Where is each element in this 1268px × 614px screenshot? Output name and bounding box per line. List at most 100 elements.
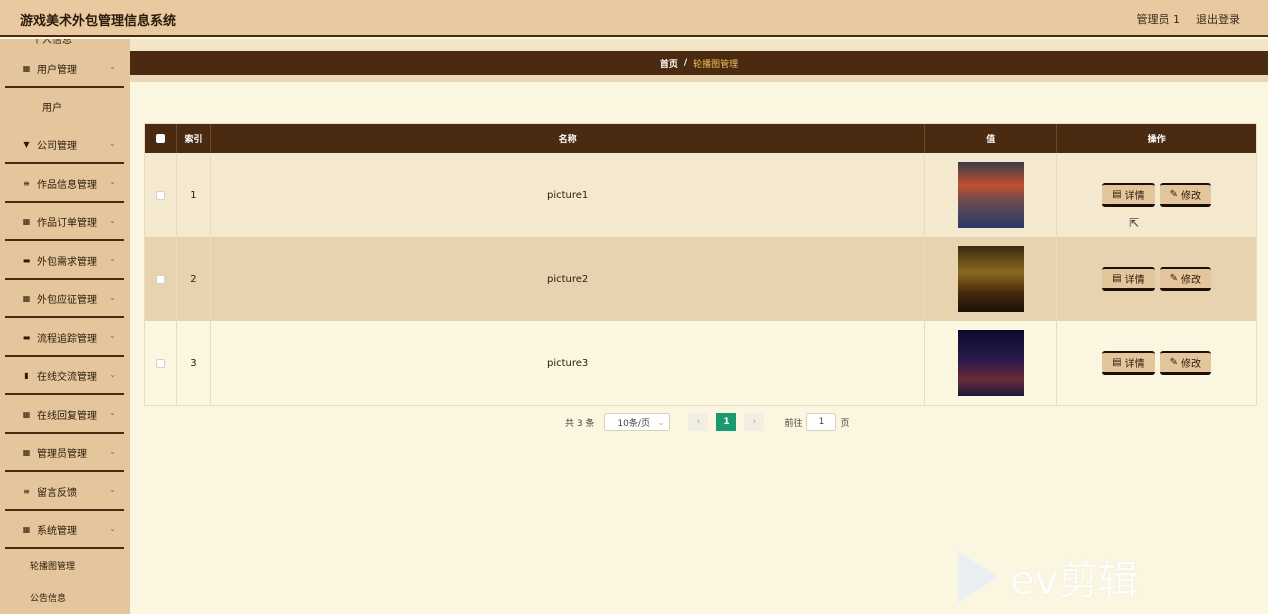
sidebar-menu-user[interactable]: ▦ 用户管理 ⌄ <box>0 49 130 88</box>
row-checkbox[interactable] <box>155 358 165 368</box>
chevron-down-icon: ⌄ <box>109 138 116 148</box>
sidebar-menu-label: 作品信息管理 <box>37 179 97 191</box>
chevron-right-icon: › <box>752 417 757 427</box>
chevron-down-icon: ⌄ <box>109 408 116 417</box>
chevron-left-icon: ‹ <box>696 417 701 427</box>
logout-link[interactable]: 退出登录 <box>1196 11 1240 27</box>
next-page-button[interactable]: › <box>744 413 765 431</box>
column-header-value: 值 <box>925 124 1058 153</box>
breadcrumb-under-strip <box>130 75 1268 82</box>
row-checkbox-cell <box>145 237 177 321</box>
row-name: picture3 <box>211 321 926 405</box>
chevron-down-icon: ⌄ <box>109 331 116 340</box>
row-index: 2 <box>177 237 211 321</box>
sidebar-menu-label: 在线回复管理 <box>37 410 97 422</box>
row-value-cell <box>925 321 1058 405</box>
row-value-cell <box>925 237 1058 321</box>
play-logo-icon <box>958 551 998 603</box>
column-header-actions: 操作 <box>1147 135 1166 145</box>
sidebar-menu-label: 系统管理 <box>37 526 77 538</box>
sidebar-menu-admin[interactable]: ▦ 管理员管理 ⌄ <box>0 434 130 473</box>
chevron-down-icon: ⌄ <box>109 523 116 533</box>
row-actions: ▤ 详情 ✎ 修改 <box>1057 153 1256 237</box>
sidebar-menu-label: 用户管理 <box>37 64 77 76</box>
chevron-down-icon: ⌄ <box>109 177 116 186</box>
column-header-index: 索引 <box>177 124 211 153</box>
column-header-name: 名称 <box>211 124 926 153</box>
prev-page-button[interactable]: ‹ <box>688 413 709 431</box>
carousel-thumbnail[interactable] <box>957 162 1024 228</box>
row-checkbox-cell <box>145 153 177 237</box>
row-checkbox[interactable] <box>155 190 165 200</box>
table-row: 1 picture1 ▤ 详情 ✎ 修改 <box>145 153 1256 237</box>
grid-icon: ▦ <box>22 63 31 73</box>
page-number-button[interactable]: 1 <box>716 413 737 431</box>
watermark: ev剪辑 <box>958 548 1138 606</box>
edit-button[interactable]: ✎ 修改 <box>1159 183 1211 207</box>
edit-button[interactable]: ✎ 修改 <box>1159 267 1211 291</box>
row-name: picture1 <box>211 153 926 237</box>
row-actions: ▤ 详情 ✎ 修改 <box>1057 321 1256 405</box>
monitor-icon: ▬ <box>22 255 31 265</box>
detail-button[interactable]: ▤ 详情 <box>1102 183 1155 207</box>
carousel-table: 索引 名称 值 操作 1 picture1 ▤ 详情 ✎ 修改 2 picture2… <box>144 123 1257 406</box>
sidebar-menu-company[interactable]: ▼ 公司管理 ⌄ <box>0 126 130 165</box>
sidebar-menu-online-reply[interactable]: ▦ 在线回复管理 ⌄ <box>0 395 130 434</box>
app-title: 游戏美术外包管理信息系统 <box>20 14 177 29</box>
chevron-down-icon: ⌄ <box>109 215 116 225</box>
sidebar-menu-online-chat[interactable]: ▮ 在线交流管理 ⌄ <box>0 357 130 396</box>
breadcrumb-top-strip <box>130 39 1268 51</box>
select-all-cell <box>145 124 177 153</box>
edit-button-label: 修改 <box>1181 191 1201 202</box>
chevron-down-icon: ⌄ <box>109 485 116 494</box>
row-actions: ▤ 详情 ✎ 修改 <box>1057 237 1256 321</box>
sidebar-menu-outsource-demand[interactable]: ▬ 外包需求管理 ⌄ <box>0 241 130 280</box>
document-icon: ▤ <box>1112 189 1122 200</box>
edit-button-label: 修改 <box>1181 359 1201 370</box>
chevron-down-icon: ⌄ <box>109 446 116 456</box>
breadcrumb-current: 轮播图管理 <box>693 59 739 70</box>
breadcrumb: 首页 / 轮播图管理 <box>130 51 1268 75</box>
detail-button[interactable]: ▤ 详情 <box>1102 267 1155 291</box>
sidebar-sub-announcements[interactable]: 公告信息 <box>0 581 130 613</box>
sidebar-item-profile[interactable]: 个人信息 <box>0 39 130 49</box>
grid-icon: ▦ <box>22 294 31 304</box>
row-name: picture2 <box>211 237 926 321</box>
sidebar-sub-users[interactable]: 用户 <box>0 88 130 126</box>
chevron-down-icon: ⌄ <box>657 417 665 427</box>
sidebar-menu-process-tracking[interactable]: ▬ 流程追踪管理 ⌄ <box>0 318 130 357</box>
goto-label: 前往 <box>784 418 803 429</box>
detail-button-label: 详情 <box>1124 275 1145 286</box>
table-icon: ▦ <box>22 217 31 227</box>
row-checkbox[interactable] <box>155 274 165 284</box>
carousel-thumbnail[interactable] <box>957 246 1024 312</box>
row-checkbox-cell <box>145 321 177 405</box>
edit-button[interactable]: ✎ 修改 <box>1159 351 1211 375</box>
chevron-down-icon: ⌄ <box>109 369 116 379</box>
current-user-link[interactable]: 管理员 1 <box>1137 11 1181 27</box>
sidebar-menu-label: 外包需求管理 <box>37 256 97 268</box>
sidebar-menu-outsource-apply[interactable]: ▦ 外包应征管理 ⌄ <box>0 280 130 319</box>
detail-button[interactable]: ▤ 详情 <box>1102 351 1155 375</box>
chevron-down-icon: ⌄ <box>109 292 116 302</box>
sidebar-menu-label: 留言反馈 <box>37 487 77 499</box>
select-all-checkbox[interactable] <box>155 134 165 143</box>
sidebar-menu-feedback[interactable]: ≡ 留言反馈 ⌄ <box>0 472 130 511</box>
mouse-cursor-icon: ⇱ <box>1129 216 1140 230</box>
breadcrumb-home[interactable]: 首页 <box>660 57 678 70</box>
grid-icon: ▦ <box>22 448 31 458</box>
grid-icon: ▦ <box>22 525 31 535</box>
sidebar-sub-carousel[interactable]: 轮播图管理 <box>0 549 130 581</box>
page-size-select[interactable]: 10条/页 ⌄ <box>604 413 671 431</box>
sidebar-menu-label: 作品订单管理 <box>37 218 97 230</box>
sidebar-menu-system[interactable]: ▦ 系统管理 ⌄ <box>0 511 130 550</box>
chevron-down-icon: ⌄ <box>109 62 116 71</box>
table-header: 索引 名称 值 操作 <box>145 124 1256 153</box>
edit-button-label: 修改 <box>1181 275 1201 286</box>
carousel-thumbnail[interactable] <box>957 330 1024 396</box>
goto-page-input[interactable]: 1 <box>806 413 837 431</box>
sidebar-menu-works-order[interactable]: ▦ 作品订单管理 ⌄ <box>0 203 130 242</box>
sidebar-menu-works-info[interactable]: ≡ 作品信息管理 ⌄ <box>0 164 130 203</box>
page-size-value: 10条/页 <box>617 418 650 429</box>
bar-chart-icon: ▮ <box>24 371 29 381</box>
